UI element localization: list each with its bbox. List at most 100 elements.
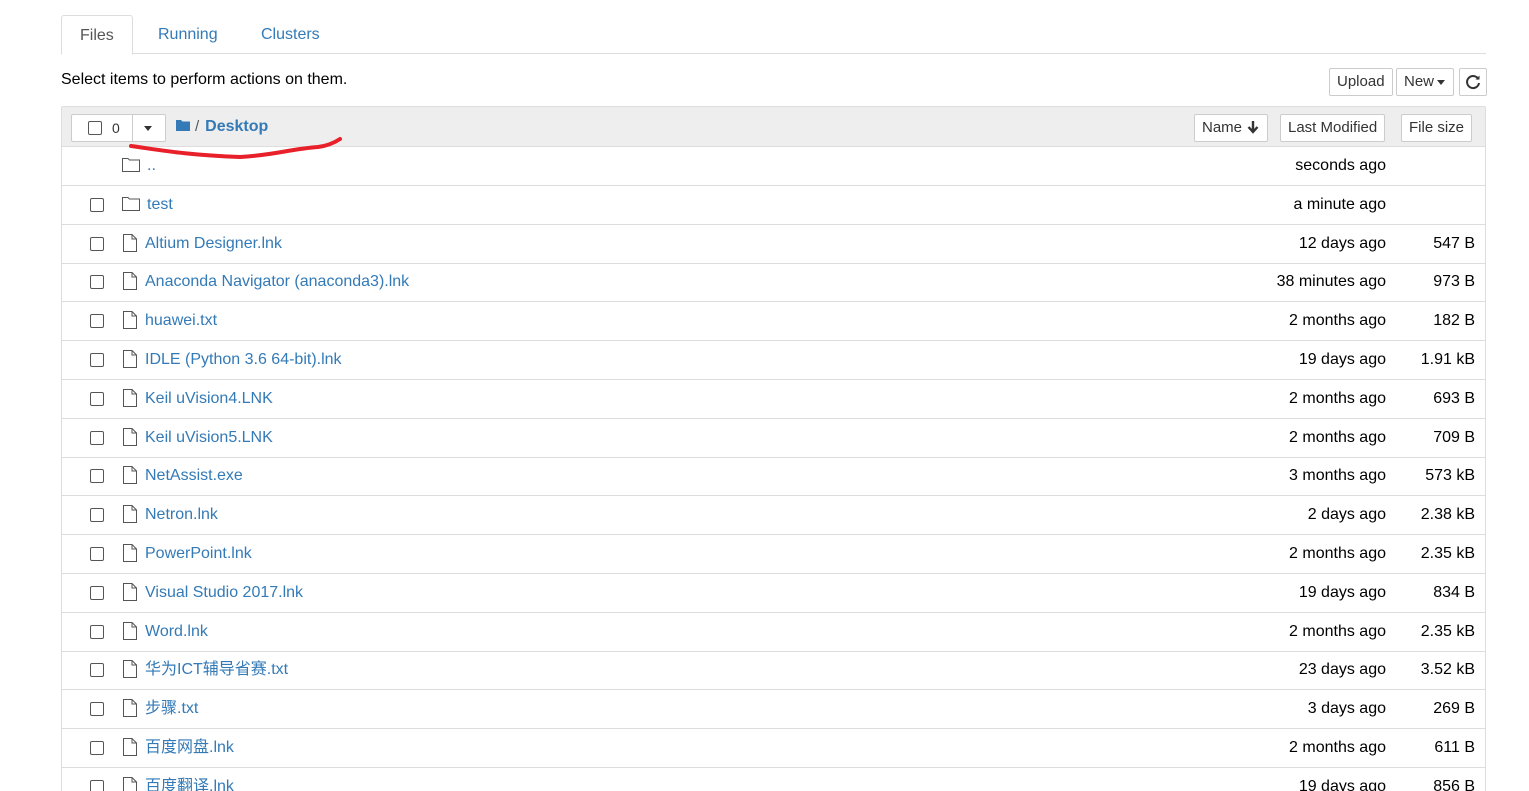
- item-modified: 23 days ago: [1298, 661, 1386, 679]
- file-icon: [122, 582, 138, 606]
- item-name-link[interactable]: NetAssist.exe: [145, 466, 243, 486]
- item-name-link[interactable]: Word.lnk: [145, 622, 208, 642]
- file-icon: [122, 544, 138, 567]
- breadcrumb-desktop[interactable]: Desktop: [205, 118, 268, 135]
- arrow-down-icon: [1247, 121, 1259, 134]
- new-dropdown-button[interactable]: New: [1396, 68, 1454, 96]
- file-icon: [122, 699, 138, 722]
- item-size: 856 B: [1433, 777, 1475, 791]
- file-icon: [122, 776, 138, 791]
- item-modified: 19 days ago: [1298, 583, 1386, 601]
- sort-modified-button[interactable]: Last Modified: [1280, 114, 1386, 142]
- item-name-link[interactable]: Netron.lnk: [145, 505, 218, 525]
- item-name-link[interactable]: 步骤.txt: [145, 699, 198, 719]
- item-checkbox[interactable]: [90, 702, 104, 717]
- item-checkbox[interactable]: [90, 430, 104, 445]
- item-checkbox[interactable]: [90, 314, 104, 329]
- item-checkbox[interactable]: [90, 275, 104, 290]
- item-name-link[interactable]: ..: [147, 156, 156, 176]
- folder-icon[interactable]: [175, 118, 191, 132]
- item-size: 573 kB: [1425, 467, 1475, 485]
- item-name-link[interactable]: 华为ICT辅导省赛.txt: [145, 660, 288, 680]
- item-name-link[interactable]: Keil uVision5.LNK: [145, 428, 273, 448]
- file-icon: [122, 621, 138, 645]
- list-item[interactable]: 华为ICT辅导省赛.txt 23 days ago 3.52 kB: [62, 651, 1485, 691]
- list-item[interactable]: Word.lnk 2 months ago 2.35 kB: [62, 613, 1485, 652]
- folder-icon: [122, 195, 140, 216]
- list-item[interactable]: Netron.lnk 2 days ago 2.38 kB: [62, 496, 1485, 536]
- select-menu-button[interactable]: [132, 115, 165, 141]
- item-size: 547 B: [1433, 234, 1475, 252]
- item-name-link[interactable]: Anaconda Navigator (anaconda3).lnk: [145, 272, 409, 292]
- file-icon: [122, 350, 138, 373]
- item-name-link[interactable]: IDLE (Python 3.6 64-bit).lnk: [145, 350, 342, 370]
- item-size: 709 B: [1433, 428, 1475, 446]
- list-item[interactable]: 百度翻译.lnk 19 days ago 856 B: [62, 768, 1485, 791]
- item-checkbox[interactable]: [90, 353, 104, 367]
- item-checkbox[interactable]: [90, 508, 104, 523]
- list-item[interactable]: 步骤.txt 3 days ago 269 B: [62, 690, 1485, 730]
- list-item[interactable]: PowerPoint.lnk 2 months ago 2.35 kB: [62, 535, 1485, 574]
- tab-files[interactable]: Files: [61, 15, 133, 55]
- item-checkbox[interactable]: [90, 547, 104, 561]
- list-item[interactable]: test a minute ago: [62, 186, 1485, 225]
- list-item[interactable]: Keil uVision5.LNK 2 months ago 709 B: [62, 419, 1485, 458]
- item-modified: 12 days ago: [1298, 234, 1386, 252]
- breadcrumb: / Desktop: [175, 116, 268, 138]
- refresh-button[interactable]: [1459, 68, 1487, 96]
- item-modified: 2 months ago: [1289, 312, 1386, 330]
- item-checkbox[interactable]: [90, 741, 104, 755]
- item-modified: 2 months ago: [1289, 389, 1386, 407]
- item-name-link[interactable]: 百度翻译.lnk: [145, 777, 234, 791]
- list-item[interactable]: Altium Designer.lnk 12 days ago 547 B: [62, 225, 1485, 264]
- caret-down-icon: [1437, 79, 1446, 85]
- list-item[interactable]: 百度网盘.lnk 2 months ago 611 B: [62, 729, 1485, 768]
- item-modified: 2 months ago: [1289, 622, 1386, 640]
- file-icon: [122, 427, 138, 451]
- item-name-link[interactable]: huawei.txt: [145, 311, 217, 331]
- list-item[interactable]: Anaconda Navigator (anaconda3).lnk 38 min…: [62, 263, 1485, 303]
- caret-down-icon: [144, 126, 152, 131]
- sort-name-button[interactable]: Name: [1194, 114, 1269, 142]
- file-icon: [122, 311, 138, 334]
- item-name-link[interactable]: PowerPoint.lnk: [145, 544, 252, 564]
- item-checkbox[interactable]: [90, 391, 104, 406]
- item-modified: 19 days ago: [1298, 777, 1386, 791]
- list-item[interactable]: NetAssist.exe 3 months ago 573 kB: [62, 457, 1485, 497]
- item-checkbox[interactable]: [90, 197, 104, 212]
- list-item[interactable]: Keil uVision4.LNK 2 months ago 693 B: [62, 380, 1485, 419]
- item-name-link[interactable]: Altium Designer.lnk: [145, 234, 282, 254]
- item-name-link[interactable]: Visual Studio 2017.lnk: [145, 583, 303, 603]
- list-item[interactable]: IDLE (Python 3.6 64-bit).lnk 19 days ago 1…: [62, 341, 1485, 380]
- item-checkbox[interactable]: [90, 779, 104, 791]
- tab-clusters[interactable]: Clusters: [243, 15, 338, 54]
- tab-running[interactable]: Running: [140, 15, 236, 54]
- upload-button[interactable]: Upload: [1329, 68, 1393, 96]
- item-size: 834 B: [1433, 583, 1475, 601]
- select-all-toggle[interactable]: 0: [72, 115, 132, 141]
- item-checkbox[interactable]: [90, 585, 104, 600]
- breadcrumb-separator: /: [195, 118, 200, 135]
- list-item[interactable]: Visual Studio 2017.lnk 19 days ago 834 B: [62, 574, 1485, 613]
- item-name-link[interactable]: 百度网盘.lnk: [145, 738, 234, 758]
- item-checkbox[interactable]: [90, 624, 104, 639]
- file-icon: [122, 505, 138, 528]
- item-modified: 2 months ago: [1289, 545, 1386, 562]
- item-size: 1.91 kB: [1420, 351, 1475, 368]
- item-checkbox[interactable]: [90, 236, 104, 251]
- sort-size-button[interactable]: File size: [1401, 114, 1473, 142]
- select-all-checkbox[interactable]: [88, 121, 102, 135]
- item-modified: 3 days ago: [1307, 700, 1386, 718]
- item-name-link[interactable]: Keil uVision4.LNK: [145, 389, 273, 409]
- list-item[interactable]: huawei.txt 2 months ago 182 B: [62, 302, 1485, 342]
- select-all-control: 0: [71, 114, 166, 142]
- item-checkbox[interactable]: [90, 469, 104, 484]
- item-size: 973 B: [1433, 273, 1475, 291]
- parent-directory-row[interactable]: .. seconds ago: [62, 147, 1485, 186]
- item-name-link[interactable]: test: [147, 195, 173, 215]
- item-size: 611 B: [1434, 739, 1475, 756]
- item-checkbox[interactable]: [90, 663, 104, 678]
- folder-icon: [122, 156, 140, 177]
- item-modified: 2 months ago: [1289, 739, 1386, 756]
- file-icon: [122, 660, 138, 683]
